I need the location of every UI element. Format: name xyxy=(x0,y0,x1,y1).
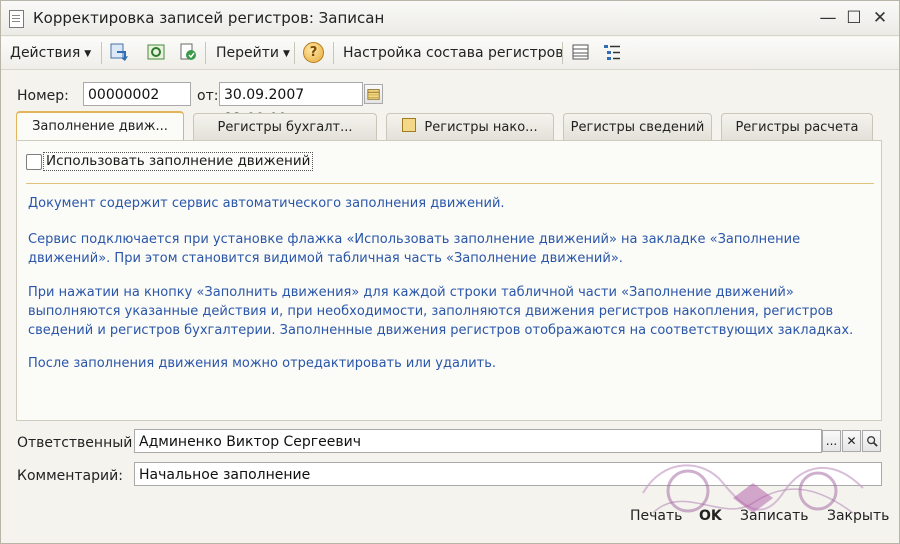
clear-icon: ✕ xyxy=(846,434,857,448)
tab-accounting-registers[interactable]: Регистры бухгалт... xyxy=(193,113,377,140)
registers-setup-button[interactable]: Настройка состава регистров xyxy=(343,43,563,63)
description-paragraph-3: При нажатии на кнопку «Заполнить движени… xyxy=(28,285,854,338)
date-field[interactable]: 30.09.2007 12:00:00 xyxy=(219,82,363,127)
comment-label: Комментарий: xyxy=(17,468,123,484)
post-document-icon[interactable] xyxy=(178,42,198,62)
document-icon xyxy=(9,10,24,28)
refresh-icon[interactable] xyxy=(146,42,166,62)
tab-information-registers[interactable]: Регистры сведений xyxy=(563,113,712,140)
move-down-icon[interactable] xyxy=(109,42,129,62)
responsible-label: Ответственный: xyxy=(17,435,138,451)
description-paragraph-4: После заполнения движения можно отредакт… xyxy=(28,356,497,371)
description-paragraph-2: Сервис подключается при установке флажка… xyxy=(28,232,801,266)
help-label: ? xyxy=(309,45,318,60)
magnifier-icon xyxy=(866,436,878,447)
goto-label: Перейти xyxy=(216,45,279,61)
help-icon[interactable]: ? xyxy=(303,42,324,63)
chevron-down-icon: ▼ xyxy=(84,49,92,59)
structure-icon[interactable] xyxy=(602,42,622,62)
tab-accumulation-label: Регистры нако... xyxy=(424,120,538,135)
toolbar-separator xyxy=(205,42,206,64)
date-label: от: xyxy=(197,88,219,104)
actions-label: Действия xyxy=(10,45,81,61)
tab-calculation-registers[interactable]: Регистры расчета xyxy=(721,113,873,140)
use-fill-movements-checkbox[interactable] xyxy=(26,154,42,170)
use-fill-movements-label[interactable]: Использовать заполнение движений xyxy=(43,152,314,171)
actions-menu-button[interactable]: Действия ▼ xyxy=(10,43,91,63)
toolbar-separator xyxy=(101,42,102,64)
calendar-icon xyxy=(367,89,380,100)
chevron-down-icon: ▼ xyxy=(283,49,290,59)
number-field[interactable]: 00000002 xyxy=(83,82,191,106)
toolbar: Действия ▼ Перейти ▼ ? Настройка состава р… xyxy=(1,37,899,70)
dialog-window: Корректировка записей регистров: Записан… xyxy=(0,0,900,544)
edit-icon xyxy=(402,118,417,132)
ellipsis-icon: ... xyxy=(825,434,838,448)
minimize-icon[interactable]: — xyxy=(819,9,837,27)
open-button[interactable] xyxy=(862,430,881,452)
number-label: Номер: xyxy=(17,88,69,104)
goto-menu-button[interactable]: Перейти ▼ xyxy=(216,43,290,63)
calendar-button[interactable] xyxy=(364,84,383,104)
select-button[interactable]: ... xyxy=(822,430,841,452)
toolbar-separator xyxy=(294,42,295,64)
toolbar-separator xyxy=(333,42,334,64)
clear-button[interactable]: ✕ xyxy=(842,430,861,452)
watermark-logo xyxy=(642,464,864,514)
title-bar: Корректировка записей регистров: Записан… xyxy=(1,1,899,36)
maximize-icon[interactable]: ☐ xyxy=(845,9,863,27)
description-paragraph-1: Документ содержит сервис автоматического… xyxy=(28,196,505,211)
responsible-field[interactable]: Админенко Виктор Сергеевич xyxy=(134,429,822,453)
close-icon[interactable]: ✕ xyxy=(871,9,889,27)
divider xyxy=(26,183,874,184)
tab-accumulation-registers[interactable]: Регистры нако... xyxy=(386,113,554,140)
tab-panel-fill-movements: Использовать заполнение движений Докумен… xyxy=(16,140,882,421)
window-title: Корректировка записей регистров: Записан xyxy=(33,9,385,27)
tab-fill-movements[interactable]: Заполнение движ... xyxy=(16,111,184,141)
toolbar-separator xyxy=(562,42,563,64)
list-view-icon[interactable] xyxy=(571,42,591,62)
